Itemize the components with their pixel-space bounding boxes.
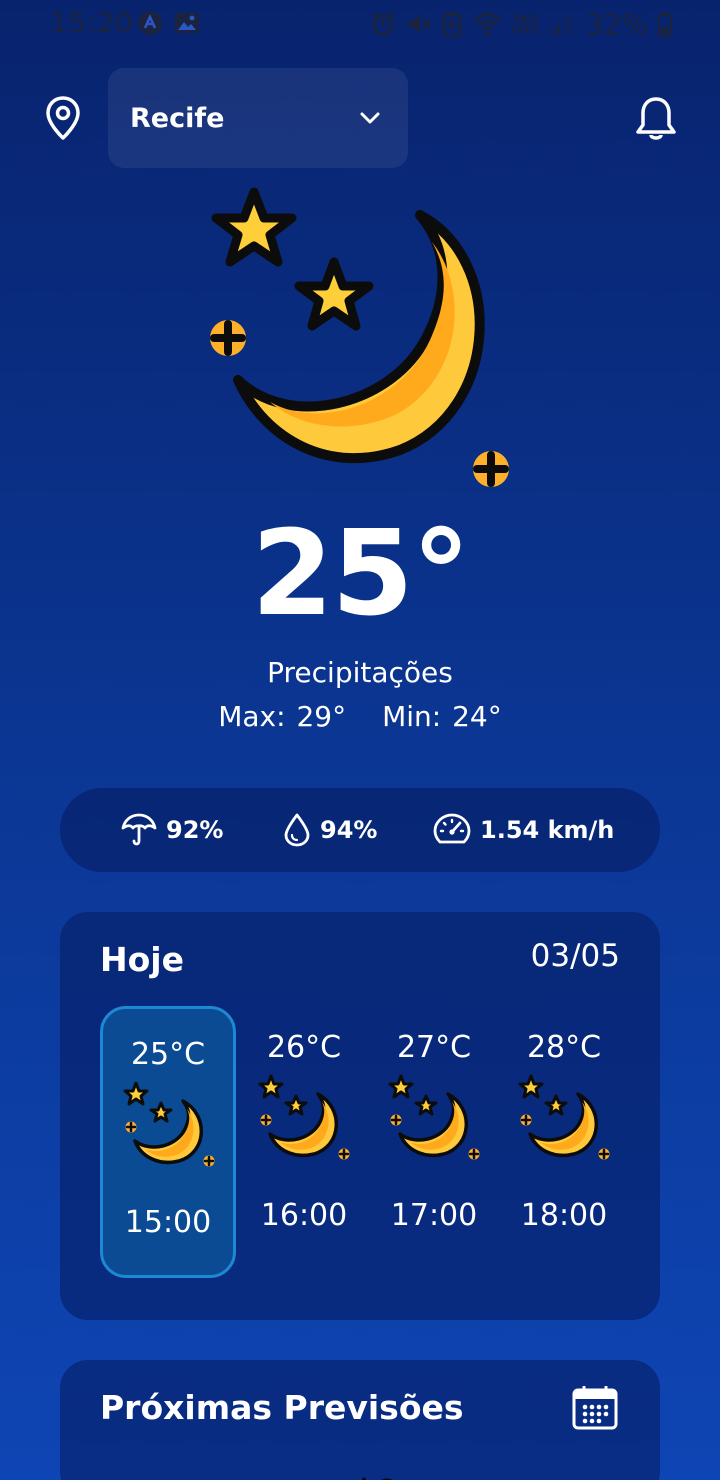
- moon-stars-icon: [516, 1072, 612, 1162]
- city-name: Recife: [130, 102, 225, 134]
- hour-temperature: 28°C: [526, 1030, 602, 1065]
- status-time: 15:20: [50, 6, 134, 39]
- moon-stars-icon: [256, 1072, 352, 1162]
- weather-icon: [342, 1464, 412, 1480]
- gallery-icon: [174, 10, 200, 36]
- volte-icon: Vo)) LTE1: [512, 13, 540, 35]
- chevron-down-icon: [358, 106, 382, 130]
- wind-value: 1.54 km/h: [480, 816, 615, 844]
- hour-temperature: 26°C: [266, 1030, 342, 1065]
- min-temperature: Min: 24°: [382, 700, 502, 733]
- umbrella-icon: [120, 812, 158, 848]
- weather-condition: Precipitações: [267, 656, 453, 689]
- moon-stars-icon: [200, 180, 530, 500]
- app-icon: [137, 10, 163, 36]
- alarm-icon: [370, 11, 396, 37]
- hour-item[interactable]: 28°C 18:00: [496, 1006, 632, 1278]
- humidity-stat: 94%: [282, 788, 377, 872]
- min-max-temperature: Max: 29° Min: 24°: [0, 700, 720, 733]
- mute-icon: [406, 11, 432, 37]
- lte-label: LTE1: [511, 23, 540, 36]
- moon-stars-icon: [121, 1079, 217, 1169]
- hour-time: 15:00: [124, 1205, 212, 1240]
- today-date: 03/05: [530, 938, 620, 974]
- humidity-value: 94%: [320, 816, 378, 844]
- bell-icon[interactable]: [634, 95, 678, 143]
- next-forecasts-title: Próximas Previsões: [100, 1388, 464, 1427]
- wind-stat: 1.54 km/h: [432, 788, 614, 872]
- today-forecast-card: Hoje 03/05 25°C 15:00 26°C 16:00 27°C 17…: [60, 912, 660, 1320]
- hour-temperature: 27°C: [396, 1030, 472, 1065]
- moon-stars-icon: [386, 1072, 482, 1162]
- hour-time: 16:00: [260, 1198, 348, 1233]
- precipitation-value: 92%: [166, 816, 224, 844]
- hour-item[interactable]: 25°C 15:00: [100, 1006, 236, 1278]
- battery-saver-icon: [442, 11, 462, 37]
- hour-item[interactable]: 27°C 17:00: [366, 1006, 502, 1278]
- calendar-icon[interactable]: [572, 1385, 618, 1430]
- precipitation-stat: 92%: [120, 788, 223, 872]
- hour-item[interactable]: 26°C 16:00: [236, 1006, 372, 1278]
- location-pin-icon[interactable]: [44, 95, 82, 141]
- status-icons: Vo)) LTE1 32%: [370, 7, 672, 41]
- today-title: Hoje: [100, 940, 184, 979]
- wifi-icon: [472, 11, 502, 37]
- next-forecasts-card: Próximas Previsões: [60, 1360, 660, 1480]
- city-dropdown[interactable]: Recife: [108, 68, 408, 168]
- hour-temperature: 25°C: [130, 1037, 206, 1072]
- current-temperature: 25°: [251, 504, 470, 642]
- hour-time: 17:00: [390, 1198, 478, 1233]
- max-temperature: Max: 29°: [218, 700, 347, 733]
- speedometer-icon: [432, 812, 472, 848]
- status-bar: 15:20 Vo)) LTE1 32%: [0, 0, 720, 50]
- battery-percent: 32%: [585, 7, 648, 41]
- hour-time: 18:00: [520, 1198, 608, 1233]
- signal-icon: [550, 11, 572, 37]
- battery-icon: [658, 11, 672, 37]
- drop-icon: [282, 812, 312, 848]
- weather-stats: 92% 94% 1.54 km/h: [60, 788, 660, 872]
